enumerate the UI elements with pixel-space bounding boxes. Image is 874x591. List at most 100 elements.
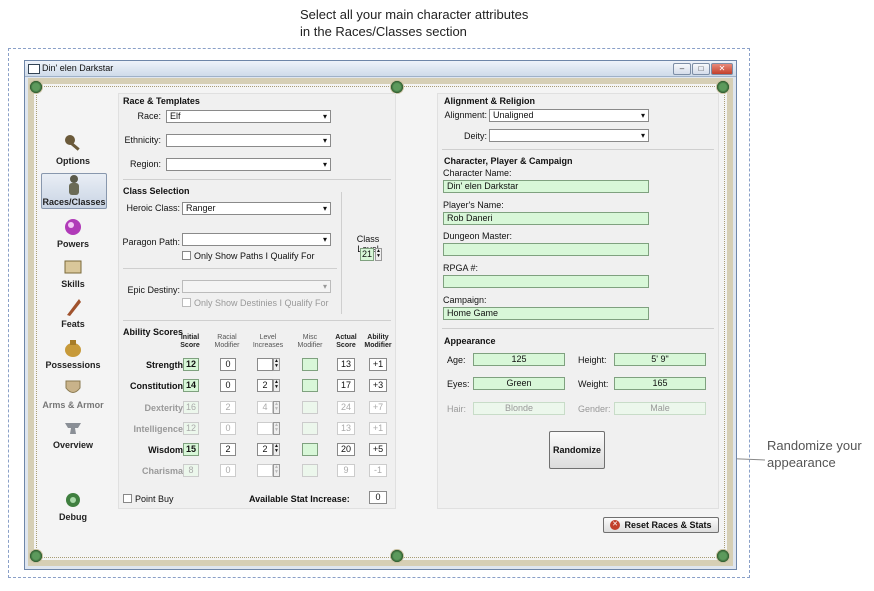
- ability-modifier-field: +5: [369, 443, 387, 456]
- heroic-class-label: Heroic Class:: [126, 203, 180, 213]
- initial-score-field[interactable]: 12: [183, 358, 199, 371]
- nav-debug[interactable]: Debug: [41, 489, 105, 523]
- nav-arms-armor-label: Arms & Armor: [42, 400, 104, 410]
- paragon-qualify-checkbox[interactable]: [182, 251, 191, 260]
- racial-modifier-field[interactable]: 0: [220, 358, 236, 371]
- nav-skills[interactable]: Skills: [41, 256, 105, 290]
- epic-destiny-label: Epic Destiny:: [127, 285, 180, 295]
- ethnicity-dropdown[interactable]: [166, 134, 331, 147]
- point-buy-label: Point Buy: [135, 494, 174, 504]
- nav-races-classes[interactable]: Races/Classes: [41, 173, 107, 209]
- campaign-field[interactable]: Home Game: [443, 307, 649, 320]
- height-field[interactable]: 5' 9": [614, 353, 706, 366]
- player-name-field[interactable]: Rob Daneri: [443, 212, 649, 225]
- ethnicity-label: Ethnicity:: [124, 135, 161, 145]
- rpga-field[interactable]: [443, 275, 649, 288]
- nav-possessions[interactable]: Possessions: [41, 337, 105, 371]
- nav-arms-armor[interactable]: Arms & Armor: [41, 377, 105, 411]
- orb-icon: [65, 219, 81, 235]
- minimize-button[interactable]: –: [673, 63, 691, 75]
- class-level-spinner[interactable]: ▲ ▼: [375, 248, 382, 261]
- initial-score-field[interactable]: 16: [183, 401, 199, 414]
- misc-modifier-field[interactable]: [302, 422, 318, 435]
- racial-modifier-field[interactable]: 2: [220, 401, 236, 414]
- nav-powers[interactable]: Powers: [41, 216, 105, 250]
- eyes-field[interactable]: Green: [473, 377, 565, 390]
- level-increase-spinner[interactable]: ▲ ▼: [273, 464, 280, 477]
- available-stat-field: 0: [369, 491, 387, 504]
- gender-label: Gender:: [578, 404, 611, 414]
- misc-modifier-field[interactable]: [302, 464, 318, 477]
- shield-icon: [65, 380, 81, 393]
- nav-options[interactable]: Options: [41, 133, 105, 169]
- level-increase-spinner[interactable]: ▲ ▼: [273, 379, 280, 392]
- ability-name: Constitution: [130, 381, 183, 391]
- misc-modifier-field[interactable]: [302, 358, 318, 371]
- corner-gem-icon: [29, 549, 43, 563]
- initial-score-field[interactable]: 15: [183, 443, 199, 456]
- ability-table: Strength 12 0 ▲ ▼ 13 +1 Constitution 14 0…: [119, 358, 395, 490]
- level-increase-spinner[interactable]: ▲ ▼: [273, 358, 280, 371]
- misc-modifier-field[interactable]: [302, 401, 318, 414]
- initial-score-field[interactable]: 12: [183, 422, 199, 435]
- eyes-label: Eyes:: [447, 379, 470, 389]
- racial-modifier-field[interactable]: 0: [220, 379, 236, 392]
- hair-field[interactable]: Blonde: [473, 402, 565, 415]
- nav-feats-label: Feats: [61, 319, 85, 329]
- height-label: Height:: [578, 355, 607, 365]
- randomize-button[interactable]: Randomize: [549, 431, 605, 469]
- ability-row: Wisdom 15 2 2 ▲ ▼ 20 +5: [119, 443, 395, 459]
- title-bar: Din' elen Darkstar – □ ✕: [25, 61, 736, 77]
- character-name-field[interactable]: Din' elen Darkstar: [443, 180, 649, 193]
- corner-gem-icon: [29, 80, 43, 94]
- ability-name: Wisdom: [148, 445, 183, 455]
- racial-modifier-field[interactable]: 0: [220, 422, 236, 435]
- level-increase-spinner[interactable]: ▲ ▼: [273, 422, 280, 435]
- dungeon-master-field[interactable]: [443, 243, 649, 256]
- level-increase-field[interactable]: 4: [257, 401, 273, 414]
- race-dropdown[interactable]: Elf: [166, 110, 331, 123]
- racial-modifier-field[interactable]: 2: [220, 443, 236, 456]
- nav-overview-label: Overview: [52, 440, 94, 450]
- gender-field[interactable]: Male: [614, 402, 706, 415]
- initial-score-field[interactable]: 8: [183, 464, 199, 477]
- dungeon-master-label: Dungeon Master:: [443, 231, 513, 241]
- racial-modifier-field[interactable]: 0: [220, 464, 236, 477]
- ability-name: Dexterity: [144, 403, 183, 413]
- anvil-icon: [65, 423, 81, 434]
- appearance-section-title: Appearance: [444, 336, 496, 346]
- nav-feats[interactable]: Feats: [41, 296, 105, 330]
- level-increase-field[interactable]: [257, 358, 273, 371]
- misc-modifier-field[interactable]: [302, 443, 318, 456]
- paragon-path-label: Paragon Path:: [122, 237, 180, 247]
- level-increase-field[interactable]: 2: [257, 379, 273, 392]
- nav-overview[interactable]: Overview: [41, 417, 105, 451]
- level-increases-header: Level Increases: [252, 334, 284, 349]
- deity-dropdown[interactable]: [489, 129, 649, 142]
- level-increase-spinner[interactable]: ▲ ▼: [273, 401, 280, 414]
- reset-races-stats-button[interactable]: ✕ Reset Races & Stats: [603, 517, 719, 533]
- level-increase-field[interactable]: [257, 422, 273, 435]
- maximize-button[interactable]: □: [692, 63, 710, 75]
- ability-modifier-field: +1: [369, 422, 387, 435]
- class-level-field[interactable]: 21: [360, 248, 374, 261]
- misc-modifier-field[interactable]: [302, 379, 318, 392]
- corner-gem-icon: [390, 549, 404, 563]
- level-increase-field[interactable]: [257, 464, 273, 477]
- age-field[interactable]: 125: [473, 353, 565, 366]
- region-dropdown[interactable]: [166, 158, 331, 171]
- divider: [442, 149, 714, 150]
- close-button[interactable]: ✕: [711, 63, 733, 75]
- epic-destiny-dropdown[interactable]: [182, 280, 331, 293]
- point-buy-checkbox[interactable]: [123, 494, 132, 503]
- weight-field[interactable]: 165: [614, 377, 706, 390]
- top-annotation: Select all your main character attribute…: [300, 6, 600, 40]
- alignment-dropdown[interactable]: Unaligned: [489, 109, 649, 122]
- paragon-path-dropdown[interactable]: [182, 233, 331, 246]
- heroic-class-dropdown[interactable]: Ranger: [182, 202, 331, 215]
- level-increase-spinner[interactable]: ▲ ▼: [273, 443, 280, 456]
- epic-qualify-checkbox[interactable]: [182, 298, 191, 307]
- divider: [442, 328, 714, 329]
- initial-score-field[interactable]: 14: [183, 379, 199, 392]
- level-increase-field[interactable]: 2: [257, 443, 273, 456]
